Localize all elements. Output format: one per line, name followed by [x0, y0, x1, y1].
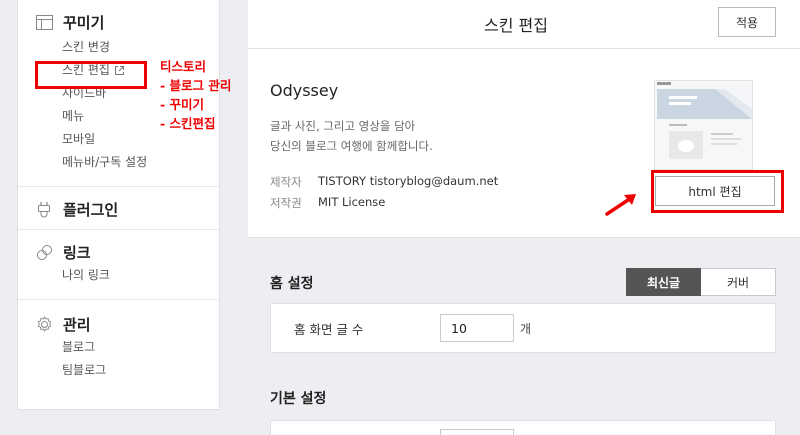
link-icon — [35, 243, 53, 261]
annotation-text: 티스토리 - 블로그 관리 - 꾸미기 - 스킨편집 — [160, 57, 231, 133]
sidebar-section-manage: 관리 블로그 팀블로그 — [18, 300, 219, 394]
sidebar-section-link: 링크 나의 링크 — [18, 230, 219, 300]
plugin-icon — [35, 200, 53, 218]
sidebar-title-decorate: 꾸미기 — [63, 13, 105, 32]
skin-name: Odyssey — [270, 81, 339, 100]
skin-preview-thumbnail — [654, 80, 753, 170]
highlight-box-skin-edit — [35, 61, 147, 89]
sidebar-head-decorate[interactable]: 꾸미기 — [18, 0, 219, 32]
annotation-line: 티스토리 — [160, 59, 207, 74]
skin-description-line: 글과 사진, 그리고 영상을 담아 — [270, 119, 416, 133]
basic-settings-box — [270, 420, 776, 435]
sidebar-item-menubar[interactable]: 메뉴바/구독 설정 — [18, 151, 219, 174]
sidebar-section-plugin: 플러그인 — [18, 187, 219, 230]
sidebar-item-blog[interactable]: 블로그 — [18, 336, 219, 359]
sidebar-title-plugin: 플러그인 — [63, 200, 119, 219]
highlight-box-html-edit — [651, 170, 784, 213]
sidebar-head-manage[interactable]: 관리 — [18, 300, 219, 334]
home-post-count-row: 홈 화면 글 수 개 — [271, 304, 775, 352]
skin-info-card: Odyssey 글과 사진, 그리고 영상을 담아 당신의 블로그 여행에 함께… — [248, 49, 800, 238]
sidebar-title-link: 링크 — [63, 243, 91, 262]
sidebar-head-link[interactable]: 링크 — [18, 230, 219, 262]
home-settings-box: 홈 화면 글 수 개 — [270, 303, 776, 353]
annotation-line: - 꾸미기 — [160, 97, 205, 112]
skin-description: 글과 사진, 그리고 영상을 담아 당신의 블로그 여행에 함께합니다. — [270, 116, 433, 156]
tab-cover[interactable]: 커버 — [701, 268, 776, 296]
top-bar: 스킨 편집 적용 — [248, 0, 800, 49]
layout-icon — [35, 13, 53, 31]
arrow-icon — [605, 192, 639, 220]
annotation-line: - 블로그 관리 — [160, 78, 232, 93]
home-settings-title: 홈 설정 — [270, 276, 314, 292]
annotation-line: - 스킨편집 — [160, 116, 216, 131]
author-key: 제작자 — [270, 175, 302, 189]
tab-latest-posts[interactable]: 최신글 — [626, 268, 701, 296]
license-value: MIT License — [318, 195, 386, 209]
sidebar-item-team-blog[interactable]: 팀블로그 — [18, 359, 219, 382]
post-count-label: 홈 화면 글 수 — [294, 321, 364, 337]
skin-license-row: 저작권 MIT License — [270, 195, 385, 211]
post-count-unit: 개 — [520, 321, 532, 336]
home-type-toggle: 최신글 커버 — [626, 268, 776, 296]
basic-settings-input[interactable] — [440, 429, 514, 435]
license-key: 저작권 — [270, 196, 302, 210]
sidebar-head-plugin[interactable]: 플러그인 — [18, 187, 219, 219]
apply-button[interactable]: 적용 — [718, 7, 776, 37]
author-value: TISTORY tistoryblog@daum.net — [318, 174, 499, 188]
sidebar-title-manage: 관리 — [63, 315, 91, 334]
skin-description-line: 당신의 블로그 여행에 함께합니다. — [270, 139, 433, 153]
sidebar-item-skin-change[interactable]: 스킨 변경 — [18, 36, 219, 59]
gear-icon — [35, 315, 53, 333]
post-count-input[interactable] — [440, 314, 514, 342]
basic-settings-title: 기본 설정 — [270, 391, 327, 407]
skin-author-row: 제작자 TISTORY tistoryblog@daum.net — [270, 174, 498, 190]
main-panel: 스킨 편집 적용 Odyssey 글과 사진, 그리고 영상을 담아 당신의 블… — [248, 0, 800, 435]
sidebar-item-my-link[interactable]: 나의 링크 — [18, 264, 219, 287]
